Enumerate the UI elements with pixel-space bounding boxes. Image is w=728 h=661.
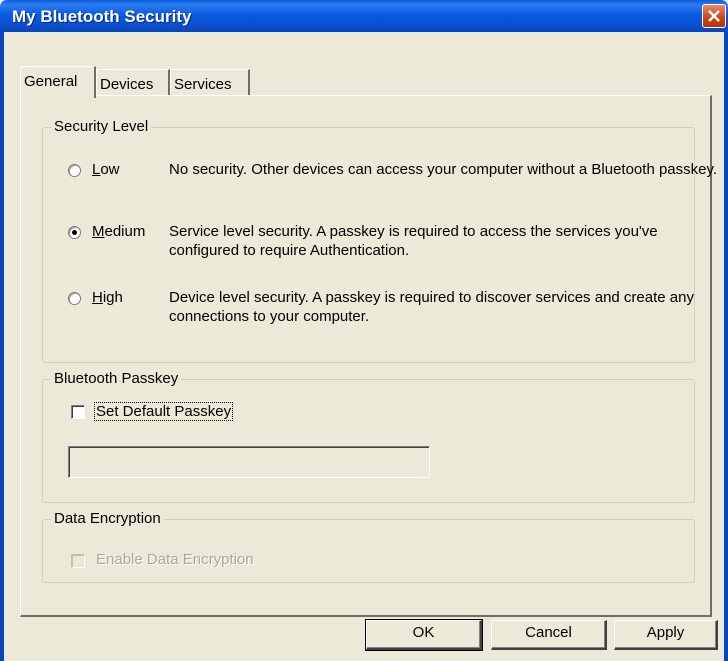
mnemonic-h: H [92, 289, 103, 306]
radio-high[interactable] [68, 292, 81, 305]
radio-low[interactable] [68, 164, 81, 177]
tab-general[interactable]: General [20, 66, 96, 98]
radio-medium-label[interactable]: Medium [92, 223, 145, 240]
close-button[interactable] [702, 4, 726, 28]
set-default-passkey-checkbox[interactable] [71, 405, 85, 419]
window-frame-left [0, 32, 4, 661]
radio-low-label[interactable]: Low [92, 161, 120, 178]
radio-low-label-rest: ow [100, 161, 120, 178]
window-frame-right [724, 32, 728, 661]
data-encryption-group-label: Data Encryption [51, 510, 164, 527]
dialog-window: My Bluetooth Security General Devices Se… [0, 0, 728, 661]
radio-high-label[interactable]: High [92, 289, 123, 306]
data-encryption-group: Data Encryption Enable Data Encryption [42, 510, 695, 583]
high-description: Device level security. A passkey is requ… [169, 289, 694, 325]
enable-data-encryption-checkbox[interactable] [71, 554, 85, 568]
set-default-passkey-label[interactable]: Set Default Passkey [94, 402, 234, 421]
medium-description: Service level security. A passkey is req… [169, 223, 658, 259]
ok-button[interactable]: OK [365, 619, 483, 651]
security-level-group-label: Security Level [51, 118, 152, 135]
tab-devices[interactable]: Devices [96, 69, 170, 96]
passkey-input[interactable] [68, 446, 430, 478]
radio-high-label-rest: igh [102, 289, 123, 306]
close-icon [708, 10, 720, 22]
window-title: My Bluetooth Security [12, 7, 192, 26]
security-level-group: Security Level Low No security. Other de… [42, 118, 717, 363]
radio-medium[interactable] [68, 226, 81, 239]
title-bar[interactable]: My Bluetooth Security [0, 0, 728, 32]
tab-services[interactable]: Services [170, 69, 250, 96]
radio-medium-label-rest: edium [104, 223, 146, 240]
apply-button[interactable]: Apply [614, 620, 718, 650]
mnemonic-m: M [92, 223, 105, 240]
enable-data-encryption-label: Enable Data Encryption [96, 551, 254, 568]
bluetooth-passkey-group-label: Bluetooth Passkey [51, 370, 182, 387]
cancel-button[interactable]: Cancel [491, 620, 607, 650]
bluetooth-passkey-group: Bluetooth Passkey Set Default Passkey [42, 370, 695, 503]
low-description: No security. Other devices can access yo… [169, 161, 718, 178]
